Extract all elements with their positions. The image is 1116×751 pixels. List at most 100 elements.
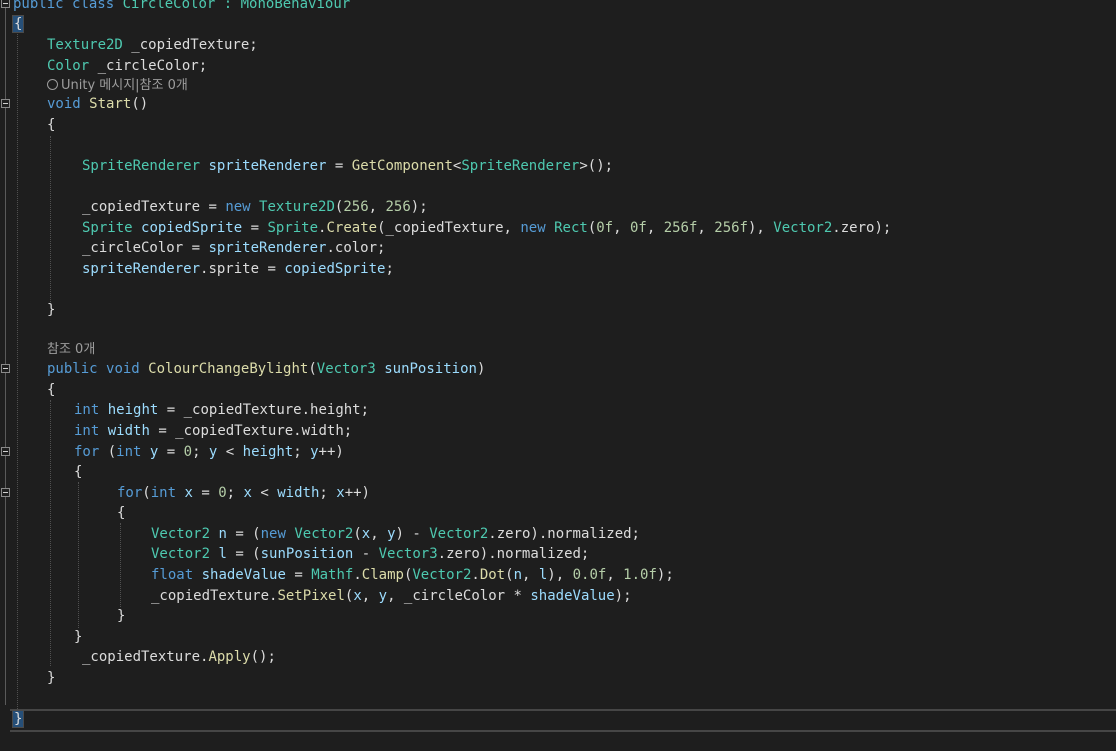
- code-line[interactable]: _copiedTexture.Apply();: [0, 647, 1116, 668]
- token: 256: [385, 199, 411, 215]
- token: int: [74, 423, 100, 439]
- token: for: [74, 444, 100, 460]
- token: sunPosition: [260, 546, 354, 562]
- token: = _copiedTexture.width;: [149, 423, 353, 439]
- token: ): [476, 361, 486, 377]
- token: );: [656, 567, 674, 583]
- code-line[interactable]: {: [0, 462, 1116, 483]
- code-line[interactable]: SpriteRenderer spriteRenderer = GetCompo…: [0, 156, 1116, 177]
- code-line[interactable]: }: [0, 709, 1116, 730]
- code-line[interactable]: Texture2D _copiedTexture;: [0, 35, 1116, 56]
- collapse-toggle-icon[interactable]: [1, 0, 10, 8]
- token: );: [410, 199, 428, 215]
- matched-brace: {: [11, 15, 25, 33]
- codelens-line[interactable]: Unity 메시지|참조 0개: [0, 75, 1116, 96]
- token: width: [107, 423, 150, 439]
- code-line[interactable]: int width = _copiedTexture.width;: [0, 421, 1116, 442]
- token: ++): [344, 485, 370, 501]
- collapse-toggle-icon[interactable]: [1, 364, 10, 373]
- token: = (: [226, 546, 261, 562]
- token: Vector3: [378, 546, 438, 562]
- token: CircleColor :: [114, 0, 241, 12]
- token: SetPixel: [277, 588, 345, 604]
- token: 1.0f: [623, 567, 657, 583]
- code-line[interactable]: int height = _copiedTexture.height;: [0, 400, 1116, 421]
- code-line[interactable]: _copiedTexture = new Texture2D(256, 256)…: [0, 197, 1116, 218]
- token: y: [310, 444, 319, 460]
- token: Rect: [554, 220, 588, 236]
- token: ,: [522, 567, 539, 583]
- token: 0: [183, 444, 193, 460]
- code-line[interactable]: {: [0, 503, 1116, 524]
- token: Texture2D: [259, 199, 335, 215]
- token: .: [353, 567, 362, 583]
- token: =: [285, 567, 312, 583]
- token: ,: [646, 220, 664, 236]
- token: copiedSprite: [284, 261, 386, 277]
- token: 256f: [714, 220, 748, 236]
- code-line[interactable]: Vector2 l = (sunPosition - Vector3.zero)…: [0, 544, 1116, 565]
- code-line[interactable]: public void ColourChangeBylight(Vector3 …: [0, 359, 1116, 380]
- code-line[interactable]: for(int x = 0; x < width; x++): [0, 483, 1116, 504]
- code-line[interactable]: {: [0, 380, 1116, 401]
- collapse-toggle-icon[interactable]: [1, 488, 10, 497]
- code-line[interactable]: spriteRenderer.sprite = copiedSprite;: [0, 259, 1116, 280]
- code-line[interactable]: }: [0, 300, 1116, 321]
- collapse-toggle-icon[interactable]: [1, 447, 10, 456]
- token: x: [184, 485, 193, 501]
- token: =: [158, 444, 184, 460]
- token: Apply: [208, 649, 251, 665]
- code-line[interactable]: _copiedTexture.SetPixel(x, y, _circleCol…: [0, 586, 1116, 607]
- code-line[interactable]: Color _circleColor;: [0, 56, 1116, 77]
- token: ;: [319, 485, 337, 501]
- codelens-text[interactable]: Unity 메시지|참조 0개: [61, 78, 188, 93]
- token: n: [513, 567, 522, 583]
- token: <: [217, 444, 243, 460]
- code-line[interactable]: Sprite copiedSprite = Sprite.Create(_cop…: [0, 218, 1116, 239]
- token: y: [387, 526, 396, 542]
- token: <: [251, 485, 278, 501]
- code-line[interactable]: _circleColor = spriteRenderer.color;: [0, 238, 1116, 259]
- token: ,: [370, 526, 388, 542]
- code-line[interactable]: {: [0, 115, 1116, 136]
- token: 256: [343, 199, 369, 215]
- token: }: [74, 629, 83, 645]
- token: Dot: [479, 567, 506, 583]
- code-line[interactable]: }: [0, 606, 1116, 627]
- token: -: [353, 546, 379, 562]
- token: spriteRenderer: [82, 261, 201, 277]
- token: public: [13, 0, 64, 12]
- token: n: [218, 526, 227, 542]
- code-line[interactable]: for (int y = 0; y < height; y++): [0, 442, 1116, 463]
- codelens-line[interactable]: 참조 0개: [0, 339, 1116, 360]
- code-line[interactable]: }: [0, 668, 1116, 689]
- token: Vector2: [429, 526, 489, 542]
- code-line[interactable]: Vector2 n = (new Vector2(x, y) - Vector2…: [0, 524, 1116, 545]
- token: x: [243, 485, 252, 501]
- token: width: [277, 485, 320, 501]
- token: (: [587, 220, 597, 236]
- token: SpriteRenderer: [82, 158, 201, 174]
- token: );: [614, 588, 632, 604]
- collapse-toggle-icon[interactable]: [1, 99, 10, 108]
- token: MonoBehaviour: [240, 0, 351, 12]
- code-line[interactable]: float shadeValue = Mathf.Clamp(Vector2.D…: [0, 565, 1116, 586]
- token: Vector2: [151, 526, 211, 542]
- token: ) -: [395, 526, 430, 542]
- code-line[interactable]: void Start(): [0, 94, 1116, 115]
- token: .color;: [326, 240, 386, 256]
- code-line[interactable]: {: [0, 14, 1116, 35]
- token: (: [353, 526, 362, 542]
- token: ColourChangeBylight: [148, 361, 309, 377]
- token: _circleColor: [82, 240, 184, 256]
- token: ;: [385, 261, 394, 277]
- token: Create: [326, 220, 378, 236]
- code-line[interactable]: public class CircleColor : MonoBehaviour: [0, 0, 1116, 15]
- token: (: [505, 567, 514, 583]
- codelens-text[interactable]: 참조 0개: [47, 339, 95, 360]
- code-line[interactable]: }: [0, 627, 1116, 648]
- token: }: [47, 670, 56, 686]
- token: sunPosition: [384, 361, 477, 377]
